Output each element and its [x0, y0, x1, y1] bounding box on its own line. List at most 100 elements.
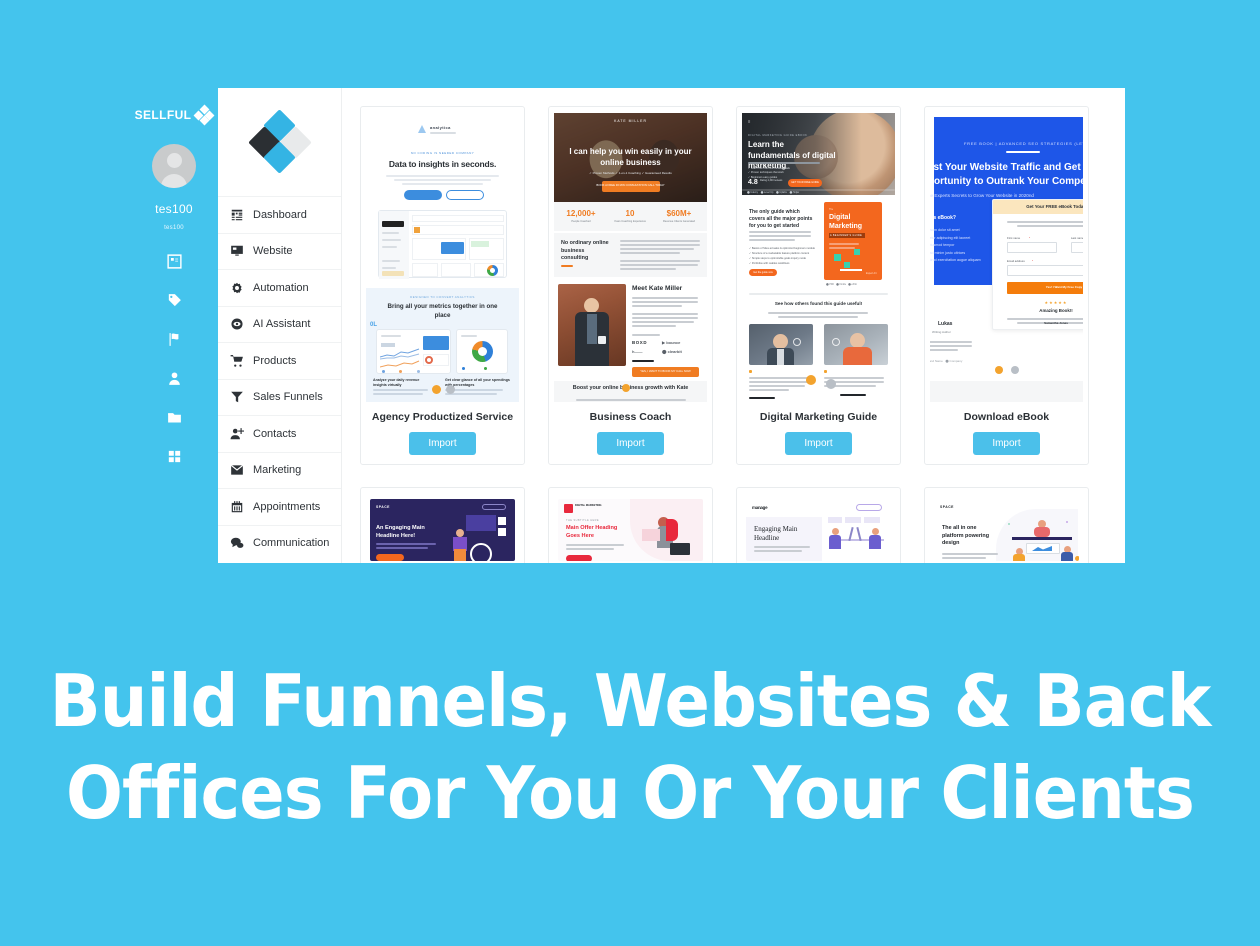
sidebar-item-label: Appointments	[253, 500, 321, 513]
template-card[interactable]: manage Engaging Main Headline	[736, 487, 901, 563]
rail-username: tes100	[155, 202, 193, 216]
template-preview: SPACE The all in one platform powering d…	[930, 494, 1083, 563]
email-input[interactable]	[1007, 265, 1083, 276]
page-headline: Build Funnels, Websites & Back Offices F…	[44, 655, 1216, 839]
person-icon[interactable]	[166, 370, 183, 387]
preview-brand: manage	[752, 505, 768, 510]
preview-footer-headline: Boost your online business growth with K…	[572, 385, 689, 391]
tag-icon[interactable]	[166, 292, 183, 309]
preview-headline: Data to insights in seconds.	[388, 159, 497, 169]
preview-brand: analytica	[430, 125, 451, 130]
preview-section-headline: The only guide which covers all the majo…	[749, 209, 813, 229]
sidebar-item-appointments[interactable]: Appointments	[218, 488, 341, 525]
template-title: Download eBook	[963, 411, 1050, 423]
import-button[interactable]: Import	[597, 432, 664, 455]
gear-refresh-icon	[232, 282, 242, 293]
preview-eyebrow: FREE BOOK | ADVANCED SEO STRATEGIES (LEV…	[964, 141, 1083, 146]
package-box-icon[interactable]	[166, 253, 183, 270]
preview-stars: ★★★★★	[1044, 300, 1068, 305]
brand-logo[interactable]: SELLFUL	[134, 104, 215, 126]
preview-stat-label: Years Coaching Experience	[614, 220, 646, 223]
preview-stat-label: People Coached	[571, 220, 591, 223]
template-card[interactable]: analytica NO CODING IS NEEDED COMPANY Da…	[360, 106, 525, 465]
sidebar-item-website[interactable]: Website	[218, 232, 341, 270]
preview-author-role: Writing Author	[932, 330, 951, 334]
eye-circle-icon	[231, 318, 243, 330]
sidebar-item-contacts[interactable]: Contacts	[218, 415, 341, 452]
folder-icon[interactable]	[166, 409, 183, 426]
template-preview: DIGITAL MARKETING THE SUBTITLE HERE Main…	[554, 494, 707, 563]
headline-line-2: Offices For You Or Your Clients	[66, 751, 1195, 835]
import-button[interactable]: Import	[973, 432, 1040, 455]
template-title: Business Coach	[589, 411, 672, 423]
preview-book-title: Digital Marketing	[829, 214, 863, 230]
template-grid: analytica NO CODING IS NEEDED COMPANY Da…	[360, 106, 1125, 563]
template-title: Digital Marketing Guide	[759, 411, 878, 423]
carousel-dot[interactable]	[1011, 366, 1019, 374]
template-card[interactable]: FREE BOOK | ADVANCED SEO STRATEGIES (LEV…	[924, 106, 1089, 465]
sidebar-logo[interactable]	[218, 88, 341, 196]
sidebar-item-label: AI Assistant	[253, 318, 311, 331]
preview-eyebrow: NO CODING IS NEEDED COMPANY	[410, 151, 475, 155]
template-card[interactable]: ≡ DIGITAL MARKETING GUIDE EBOOK Learn th…	[736, 106, 901, 465]
template-preview: KATE MILLER I can help you win easily in…	[554, 113, 707, 402]
preview-section-headline: Bring all your metrics together in one p…	[387, 303, 498, 319]
template-preview: ≡ DIGITAL MARKETING GUIDE EBOOK Learn th…	[742, 113, 895, 402]
first-name-input[interactable]	[1007, 242, 1057, 253]
last-name-input[interactable]	[1071, 242, 1083, 253]
import-button[interactable]: Import	[409, 432, 476, 455]
avatar[interactable]	[152, 124, 196, 188]
preview-field-label: Email address	[1007, 259, 1025, 263]
grid-apps-icon[interactable]	[166, 448, 183, 465]
sidebar-item-products[interactable]: Products	[218, 342, 341, 379]
template-preview: SPACE An Engaging Main Headline Here!	[366, 494, 519, 563]
preview-eyebrow: DIGITAL MARKETING GUIDE EBOOK	[748, 134, 808, 137]
sidebar-item-label: Products	[253, 354, 297, 367]
preview-bio-headline: Meet Kate Miller	[632, 285, 683, 292]
preview-stat-value: 12,000+	[566, 209, 596, 218]
preview-review-author: Samantha Jones	[1044, 321, 1068, 325]
template-preview: analytica NO CODING IS NEEDED COMPANY Da…	[366, 113, 519, 402]
preview-bio-cta: YES, I WANT TO BOOK MY CALL NOW	[640, 369, 691, 373]
import-button[interactable]: Import	[785, 432, 852, 455]
person-plus-icon	[230, 427, 244, 439]
preview-cta	[376, 554, 404, 561]
carousel-dot-active[interactable]	[995, 366, 1003, 374]
template-card[interactable]: SPACE The all in one platform powering d…	[924, 487, 1089, 563]
preview-headline: Main Offer Heading Goes Here	[566, 525, 618, 539]
sidebar-item-communication[interactable]: Communication	[218, 524, 341, 562]
preview-stat-value: $60M+	[666, 209, 692, 218]
sidebar-item-label: Sales Funnels	[253, 391, 323, 404]
sidebar-item-sales-funnels[interactable]: Sales Funnels	[218, 378, 341, 416]
sidebar-item-marketing[interactable]: Marketing	[218, 451, 341, 489]
calendar-icon	[231, 500, 243, 512]
preview-stat-label: Revenue Clients Generated	[662, 220, 695, 223]
brand-logo-text: SELLFUL	[134, 108, 192, 122]
preview-review-title: Amazing Book!!	[1039, 308, 1073, 313]
sidebar-item-label: Communication	[253, 537, 330, 550]
monitor-icon	[231, 246, 243, 256]
template-card[interactable]: SPACE An Engaging Main Headline Here!	[360, 487, 525, 563]
preview-section-headline: No ordinary online business consulting	[561, 240, 609, 261]
flag-icon[interactable]	[166, 331, 183, 348]
preview-cta-secondary	[446, 190, 484, 200]
app-window: Dashboard Website Automation AI Assistan…	[218, 88, 1125, 563]
sidebar-item-ai-assistant[interactable]: AI Assistant	[218, 305, 341, 343]
preview-form-title: Get Your FREE eBook Today	[1026, 204, 1083, 209]
template-preview: manage Engaging Main Headline	[742, 494, 895, 563]
preview-brand: KATE MILLER	[614, 119, 647, 123]
preview-author-name: Lukas	[938, 321, 953, 327]
preview-book-sub: A BEGINNER'S GUIDE	[830, 233, 863, 237]
template-preview: FREE BOOK | ADVANCED SEO STRATEGIES (LEV…	[930, 113, 1083, 402]
funnel-icon	[231, 392, 243, 403]
template-card[interactable]: DIGITAL MARKETING THE SUBTITLE HERE Main…	[548, 487, 713, 563]
preview-feature-2: Get clear glance of all your spendings w…	[445, 378, 510, 387]
sidebar-item-dashboard[interactable]: Dashboard	[218, 196, 341, 233]
template-gallery[interactable]: analytica NO CODING IS NEEDED COMPANY Da…	[342, 88, 1125, 563]
sidebar-item-label: Dashboard	[253, 208, 307, 221]
template-card[interactable]: KATE MILLER I can help you win easily in…	[548, 106, 713, 465]
preview-section-eyebrow: DESIGNED TO CONVERT ANALYTICS	[410, 295, 475, 299]
preview-testimonials-headline: See how others found this guide useful!	[774, 301, 863, 306]
preview-feature-1: Analyze your daily revenue insights virt…	[373, 378, 420, 387]
sidebar-item-automation[interactable]: Automation	[218, 269, 341, 306]
